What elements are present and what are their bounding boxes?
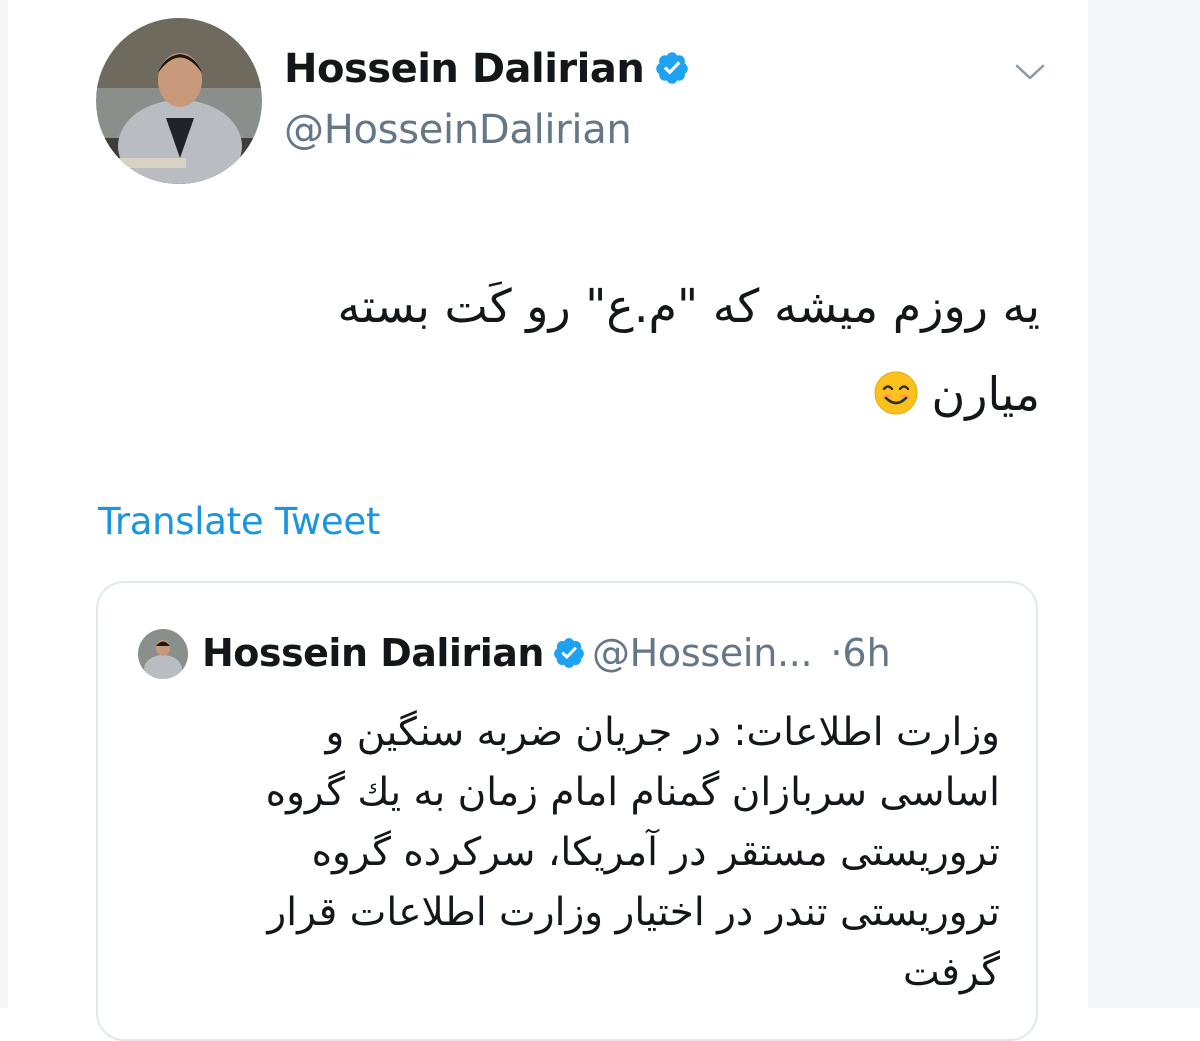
tweet-text-line-text: میارن bbox=[931, 367, 1040, 421]
quoted-tweet-header: Hossein Dalirian @Hossein... ·6h bbox=[202, 631, 891, 679]
quoted-tweet-text: وزارت اطلاعات: در جریان ضربه سنگین و اسا… bbox=[140, 703, 1000, 1003]
separator-dot: · bbox=[830, 631, 843, 675]
verified-badge-icon bbox=[654, 50, 690, 96]
quoted-author-name: Hossein Dalirian bbox=[202, 631, 544, 675]
quoted-text-line: تروریستی تندر در اختیار وزارت اطلاعات قر… bbox=[267, 890, 1000, 935]
quoted-text-line: اساسی سربازان گمنام امام زمان به يك گروه bbox=[265, 770, 1000, 815]
quoted-author-handle: @Hossein... bbox=[591, 631, 813, 675]
chevron-down-icon[interactable] bbox=[1012, 58, 1048, 86]
verified-badge-icon bbox=[552, 635, 586, 679]
author-handle[interactable]: @HosseinDalirian bbox=[284, 107, 632, 153]
left-edge bbox=[0, 0, 8, 1008]
quoted-tweet-time: 6h bbox=[842, 631, 891, 675]
smiling-face-icon bbox=[873, 356, 919, 444]
tweet-text-line: یه روزم میشه که "م.ع" رو کَت بسته bbox=[337, 279, 1040, 333]
author-name[interactable]: Hossein Dalirian bbox=[284, 46, 690, 96]
quoted-avatar-photo bbox=[138, 629, 188, 679]
avatar-photo bbox=[96, 18, 262, 184]
tweet-text-line: میارن bbox=[160, 350, 1040, 444]
quoted-author-avatar bbox=[138, 629, 188, 679]
author-avatar[interactable] bbox=[96, 18, 262, 184]
quoted-text-line: گرفت bbox=[902, 950, 1000, 995]
author-name-text[interactable]: Hossein Dalirian bbox=[284, 46, 645, 92]
tweet-text: یه روزم میشه که "م.ع" رو کَت بسته میارن bbox=[160, 262, 1040, 444]
quoted-text-line: تروریستی مستقر در آمریکا، سرکرده گروه bbox=[311, 830, 1000, 875]
right-margin bbox=[1088, 0, 1200, 1008]
translate-tweet-link[interactable]: Translate Tweet bbox=[98, 500, 380, 543]
quoted-text-line: وزارت اطلاعات: در جریان ضربه سنگین و bbox=[325, 710, 1000, 755]
quoted-tweet-card[interactable]: Hossein Dalirian @Hossein... ·6h وزارت اطل… bbox=[96, 581, 1038, 1041]
